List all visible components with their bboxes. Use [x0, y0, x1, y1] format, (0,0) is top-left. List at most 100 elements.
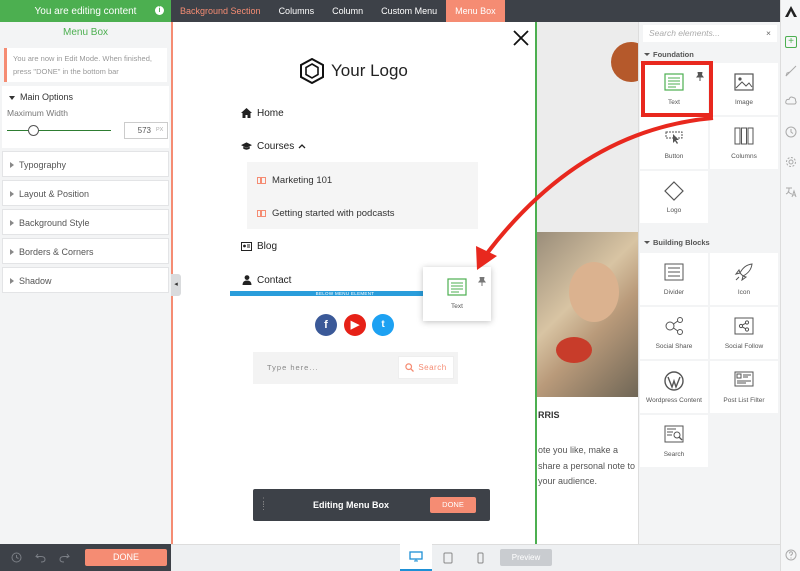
- preview-button[interactable]: Preview: [500, 549, 552, 566]
- search-input[interactable]: Type here...: [261, 359, 398, 377]
- edit-mode-text: You are editing content: [34, 5, 137, 17]
- dragged-text-element[interactable]: Text: [423, 267, 491, 321]
- element-label: Social Share: [655, 343, 693, 350]
- courses-submenu: Marketing 101 Getting started with podca…: [247, 162, 478, 229]
- menu-item-contact[interactable]: Contact: [241, 272, 291, 288]
- element-divider[interactable]: Divider: [640, 253, 708, 305]
- breadcrumb-columns[interactable]: Columns: [270, 0, 324, 22]
- undo-icon[interactable]: [35, 552, 46, 563]
- element-columns[interactable]: Columns: [710, 117, 778, 169]
- element-logo[interactable]: Logo: [640, 171, 708, 223]
- element-social-follow[interactable]: Social Follow: [710, 307, 778, 359]
- breadcrumb-column[interactable]: Column: [323, 0, 372, 22]
- max-width-slider-track[interactable]: [7, 130, 111, 131]
- add-element-icon[interactable]: +: [785, 36, 797, 48]
- collapse-panel-handle[interactable]: ◂: [171, 274, 181, 296]
- info-icon[interactable]: i: [155, 6, 164, 15]
- help-icon[interactable]: [785, 549, 797, 561]
- book-icon: [257, 209, 266, 217]
- twitter-icon[interactable]: t: [372, 314, 394, 336]
- book-icon: [257, 176, 266, 184]
- element-label: Post List Filter: [723, 397, 765, 404]
- editing-done-button[interactable]: DONE: [430, 497, 476, 513]
- breadcrumb-background-section[interactable]: Background Section: [171, 0, 270, 22]
- main-options-section: Main Options Maximum Width 573 PX: [2, 86, 169, 148]
- element-social-share[interactable]: Social Share: [640, 307, 708, 359]
- element-image[interactable]: Image: [710, 63, 778, 115]
- main-options-header[interactable]: Main Options: [2, 86, 169, 108]
- diamond-logo-icon: [664, 181, 684, 201]
- section-layout-position[interactable]: Layout & Position: [2, 180, 169, 206]
- gear-icon[interactable]: [785, 156, 797, 168]
- photo-fruit: [556, 337, 592, 363]
- element-button[interactable]: Button: [640, 117, 708, 169]
- breadcrumb-custom-menu[interactable]: Custom Menu: [372, 0, 446, 22]
- element-search[interactable]: Search: [640, 415, 708, 467]
- submenu-item-label: Marketing 101: [272, 174, 333, 186]
- element-label: Divider: [663, 289, 685, 296]
- max-width-unit: PX: [156, 127, 164, 133]
- close-icon[interactable]: ×: [766, 25, 771, 42]
- columns-icon: [734, 127, 754, 145]
- id-card-icon: [241, 241, 252, 251]
- brush-icon[interactable]: [785, 65, 797, 77]
- section-label: Shadow: [19, 276, 52, 286]
- section-label: Layout & Position: [19, 189, 90, 199]
- group-building-blocks[interactable]: Building Blocks: [644, 238, 710, 247]
- translate-icon[interactable]: [785, 186, 797, 198]
- section-borders-corners[interactable]: Borders & Corners: [2, 238, 169, 264]
- chevron-right-icon: [10, 278, 14, 284]
- element-icon[interactable]: Icon: [710, 253, 778, 305]
- max-width-label: Maximum Width: [7, 108, 68, 118]
- menu-item-blog[interactable]: Blog: [241, 238, 277, 254]
- section-typography[interactable]: Typography: [2, 151, 169, 177]
- element-post-list-filter[interactable]: Post List Filter: [710, 361, 778, 413]
- graduation-cap-icon: [241, 141, 252, 151]
- logo: Your Logo: [300, 58, 408, 84]
- redo-icon[interactable]: [59, 552, 70, 563]
- done-button[interactable]: DONE: [85, 549, 167, 566]
- menu-item-home[interactable]: Home: [241, 105, 284, 121]
- menu-item-label: Blog: [257, 240, 278, 252]
- mobile-icon: [477, 552, 483, 563]
- section-shadow[interactable]: Shadow: [2, 267, 169, 293]
- user-icon: [241, 275, 252, 285]
- drag-handle-icon[interactable]: ⋮ ⋮: [259, 497, 268, 511]
- youtube-icon[interactable]: ▶: [344, 314, 366, 336]
- chevron-down-icon: [644, 241, 650, 244]
- history-icon[interactable]: [11, 552, 22, 563]
- submenu-item-marketing-101[interactable]: Marketing 101: [257, 172, 332, 188]
- element-wordpress-content[interactable]: Wordpress Content: [640, 361, 708, 413]
- submenu-item-podcasts[interactable]: Getting started with podcasts: [257, 205, 395, 221]
- device-mobile[interactable]: [464, 544, 496, 571]
- chevron-right-icon: [10, 162, 14, 168]
- section-background-style[interactable]: Background Style: [2, 209, 169, 235]
- max-width-slider-handle[interactable]: [27, 125, 39, 136]
- post-list-filter-icon: [734, 371, 754, 387]
- device-tablet[interactable]: [432, 544, 464, 571]
- search-element-icon: [664, 425, 684, 443]
- main-options-label: Main Options: [20, 92, 74, 102]
- background-text-line: share a personal note to: [538, 461, 636, 471]
- menu-item-courses[interactable]: Courses: [241, 138, 306, 154]
- wordpress-icon: [664, 371, 684, 391]
- chevron-up-icon[interactable]: [298, 143, 306, 149]
- search-button[interactable]: Search: [398, 356, 454, 379]
- breadcrumb-menu-box[interactable]: Menu Box: [446, 0, 505, 22]
- history-icon[interactable]: [785, 126, 797, 138]
- facebook-icon[interactable]: f: [315, 314, 337, 336]
- bottom-left-bar: DONE: [0, 544, 171, 571]
- social-follow-icon: [734, 317, 754, 335]
- edit-mode-banner: You are editing content i: [0, 0, 171, 22]
- section-label: Borders & Corners: [19, 247, 94, 257]
- device-desktop[interactable]: [400, 544, 432, 571]
- chevron-right-icon: [10, 249, 14, 255]
- desktop-icon: [409, 551, 423, 562]
- background-text-line: ote you like, make a: [538, 445, 619, 455]
- close-icon[interactable]: [512, 29, 530, 47]
- cloud-icon[interactable]: [785, 95, 797, 107]
- menu-box[interactable]: Your Logo Home Courses Marketing 101 Get…: [171, 22, 537, 544]
- element-label: Button: [664, 153, 684, 160]
- group-foundation[interactable]: Foundation: [644, 50, 694, 59]
- element-search-input[interactable]: Search elements... ×: [643, 25, 777, 42]
